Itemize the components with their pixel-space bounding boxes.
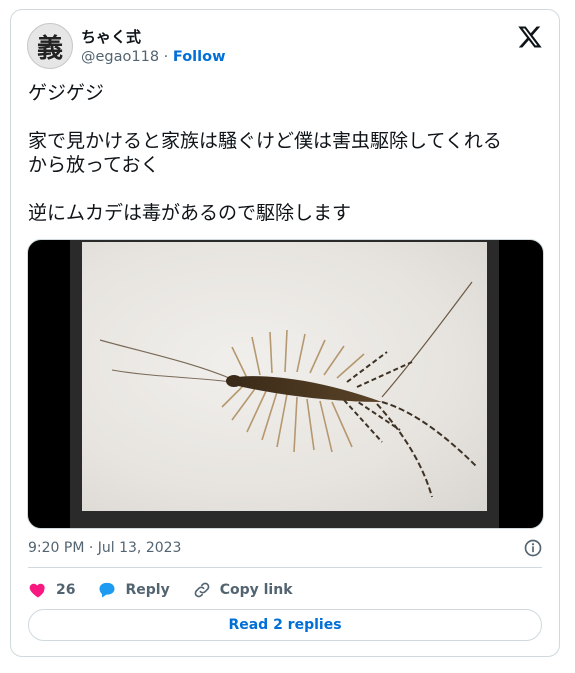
- follow-button[interactable]: Follow: [173, 49, 226, 65]
- read-replies-button[interactable]: Read 2 replies: [28, 609, 542, 641]
- tweet-text: ゲジゲジ 家で見かけると家族は騒ぐけど僕は害虫駆除してくれる から放っておく 逆…: [28, 82, 502, 224]
- copy-link-label: Copy link: [219, 582, 293, 598]
- tweet-card: 義 ちゃく式 @egao118 · Follow ゲジゲジ 家で見かけると家族は…: [10, 9, 560, 657]
- reply-label: Reply: [125, 582, 170, 598]
- tweet-media[interactable]: [27, 239, 544, 529]
- author-handle[interactable]: @egao118: [81, 49, 159, 65]
- house-centipede-photo: [82, 242, 487, 511]
- handle-row: @egao118 · Follow: [81, 49, 225, 65]
- x-logo-icon[interactable]: [517, 24, 543, 50]
- info-icon[interactable]: [523, 538, 543, 558]
- reply-bubble-icon: [99, 582, 115, 598]
- reply-button[interactable]: Reply: [97, 580, 170, 600]
- like-button[interactable]: 26: [28, 580, 75, 600]
- like-count: 26: [56, 582, 76, 598]
- handle-separator: ·: [163, 49, 169, 65]
- tweet-timestamp[interactable]: 9:20 PM · Jul 13, 2023: [28, 540, 181, 556]
- heart-icon: [29, 583, 45, 598]
- avatar[interactable]: 義: [27, 23, 73, 69]
- divider: [28, 567, 542, 568]
- copy-link-button[interactable]: Copy link: [192, 580, 293, 600]
- link-icon: [194, 582, 210, 598]
- action-bar: 26 Reply Copy link: [28, 578, 315, 602]
- author-name[interactable]: ちゃく式: [81, 26, 141, 47]
